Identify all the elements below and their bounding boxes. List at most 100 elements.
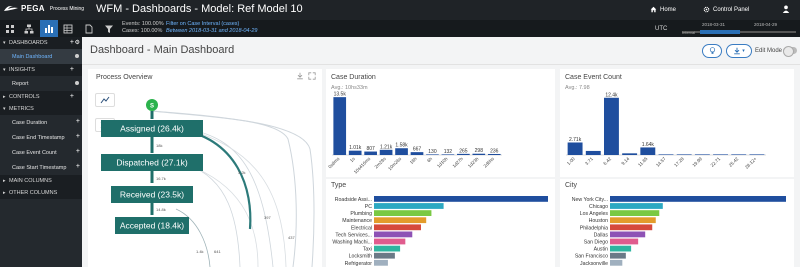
bar[interactable] <box>364 151 377 155</box>
filter-icon[interactable] <box>104 24 114 34</box>
add-icon[interactable]: + <box>76 118 80 125</box>
bar[interactable] <box>658 154 674 155</box>
process-node-assigned[interactable]: Assigned (26.4k) <box>101 120 203 137</box>
sidebar-item-report[interactable]: Report <box>0 76 82 91</box>
bar[interactable] <box>348 150 362 155</box>
add-icon[interactable]: + <box>76 133 80 140</box>
category-label: Locksmith <box>349 254 372 260</box>
category-label: San Francisco <box>575 254 608 260</box>
bar[interactable] <box>374 238 406 245</box>
add-icon[interactable]: + <box>70 93 74 100</box>
add-icon[interactable]: + <box>70 39 74 46</box>
grid-view-icon[interactable] <box>5 24 15 34</box>
category-label: Taxi <box>363 247 372 253</box>
bar[interactable] <box>567 142 583 155</box>
sidebar-item-case-end-timestamp[interactable]: Case End Timestamp + <box>0 130 82 145</box>
tick-label: 9.14 <box>620 156 630 166</box>
document-icon[interactable] <box>84 24 94 34</box>
bar[interactable] <box>610 231 646 238</box>
sidebar-section-insights[interactable]: ▾ INSIGHTS + <box>0 64 82 76</box>
bar[interactable] <box>610 210 660 216</box>
bar[interactable] <box>374 217 427 224</box>
export-button[interactable]: ▾ <box>726 44 752 58</box>
brand[interactable]: PEGA Process Mining <box>4 4 84 13</box>
bar[interactable] <box>395 148 408 155</box>
dashboard-tab[interactable] <box>40 20 58 37</box>
status-dot-icon <box>75 54 79 58</box>
control-panel-link[interactable]: Control Panel <box>703 6 749 13</box>
sidebar-section-main-columns[interactable]: ▸ MAIN COLUMNS <box>0 175 82 187</box>
process-node-received[interactable]: Received (23.5k) <box>111 186 193 203</box>
bar[interactable] <box>379 149 393 155</box>
sidebar-item-main-dashboard[interactable]: Main Dashboard <box>0 49 82 64</box>
bar[interactable] <box>610 245 632 252</box>
data-label: 236 <box>490 148 499 154</box>
timeline-selection[interactable] <box>700 30 740 34</box>
sidebar-section-other-columns[interactable]: ▸ OTHER COLUMNS <box>0 187 82 199</box>
tick-label: 2d6hs <box>483 156 496 169</box>
home-label: Home <box>660 6 677 13</box>
bar[interactable] <box>640 147 656 155</box>
bar[interactable] <box>676 154 692 155</box>
main-content: Dashboard - Main Dashboard ▾ Edit Mode P… <box>82 37 800 267</box>
bar[interactable] <box>374 252 395 259</box>
add-icon[interactable]: + <box>70 66 74 73</box>
process-map-icon[interactable] <box>24 24 34 34</box>
category-label: Electrical <box>351 225 372 231</box>
bar[interactable] <box>731 154 747 155</box>
bar[interactable] <box>585 150 601 155</box>
status-dot-icon <box>75 81 79 85</box>
bar[interactable] <box>694 154 710 155</box>
case-event-count-panel: Case Event Count Avg.: 7.98 2.71k 1.00 3.7… <box>560 69 794 177</box>
bar[interactable] <box>713 154 728 155</box>
bar[interactable] <box>610 224 653 231</box>
bar[interactable] <box>374 203 444 209</box>
tick-label: 1.00 <box>566 156 576 166</box>
sidebar-item-case-start-timestamp[interactable]: Case Start Timestamp + <box>0 160 82 175</box>
sidebar-item-case-event-count[interactable]: Case Event Count + <box>0 145 82 160</box>
bar[interactable] <box>749 154 765 155</box>
process-node-dispatched[interactable]: Dispatched (27.1k) <box>101 154 203 171</box>
bar[interactable] <box>374 231 413 238</box>
category-label: Dallas <box>594 232 609 238</box>
edit-mode-toggle[interactable] <box>783 46 797 57</box>
bar[interactable] <box>610 203 663 209</box>
sidebar-section-dashboards[interactable]: ▾ DASHBOARDS + ⚙ <box>0 37 82 49</box>
bar[interactable] <box>610 238 639 245</box>
bar[interactable] <box>374 259 388 266</box>
bar[interactable] <box>374 196 548 202</box>
bar[interactable] <box>374 210 432 216</box>
insight-button[interactable] <box>702 44 722 58</box>
add-icon[interactable]: + <box>76 163 80 170</box>
bar[interactable] <box>374 224 421 231</box>
bar[interactable] <box>622 153 638 155</box>
settings-icon[interactable]: ⚙ <box>75 39 80 46</box>
data-label: 132 <box>444 149 453 155</box>
bar[interactable] <box>374 245 401 252</box>
sidebar-section-controls[interactable]: ▸ CONTROLS + <box>0 91 82 103</box>
edge-label: 641 <box>214 249 221 254</box>
process-node-accepted[interactable]: Accepted (18.4k) <box>115 217 189 234</box>
tick-label: 1d27h <box>451 156 464 169</box>
home-link[interactable]: Home <box>650 6 676 13</box>
timeline-from: 2018-03-31 <box>702 22 726 27</box>
user-icon[interactable] <box>782 5 790 13</box>
timeline-slider[interactable]: 2018-03-31 2018-04-29 Interval <box>680 22 798 36</box>
brand-name: PEGA <box>21 4 45 13</box>
bar[interactable] <box>610 259 623 266</box>
data-label: 130 <box>428 149 437 155</box>
bar[interactable] <box>610 217 656 224</box>
sidebar-item-case-duration[interactable]: Case Duration + <box>0 115 82 130</box>
add-icon[interactable]: + <box>76 148 80 155</box>
bar[interactable] <box>610 252 626 259</box>
sidebar-section-metrics[interactable]: ▾ METRICS <box>0 103 82 115</box>
bar[interactable] <box>333 97 347 155</box>
bar[interactable] <box>610 196 786 202</box>
cases-coverage: Cases: 100.00% <box>122 28 163 34</box>
data-label: 1.58k <box>395 143 408 149</box>
bar[interactable] <box>604 97 619 155</box>
data-label: 265 <box>459 148 468 154</box>
gear-icon <box>703 6 710 13</box>
active-filter[interactable]: Filter on Case Interval (cases) Between … <box>166 21 257 35</box>
table-icon[interactable] <box>63 24 73 34</box>
